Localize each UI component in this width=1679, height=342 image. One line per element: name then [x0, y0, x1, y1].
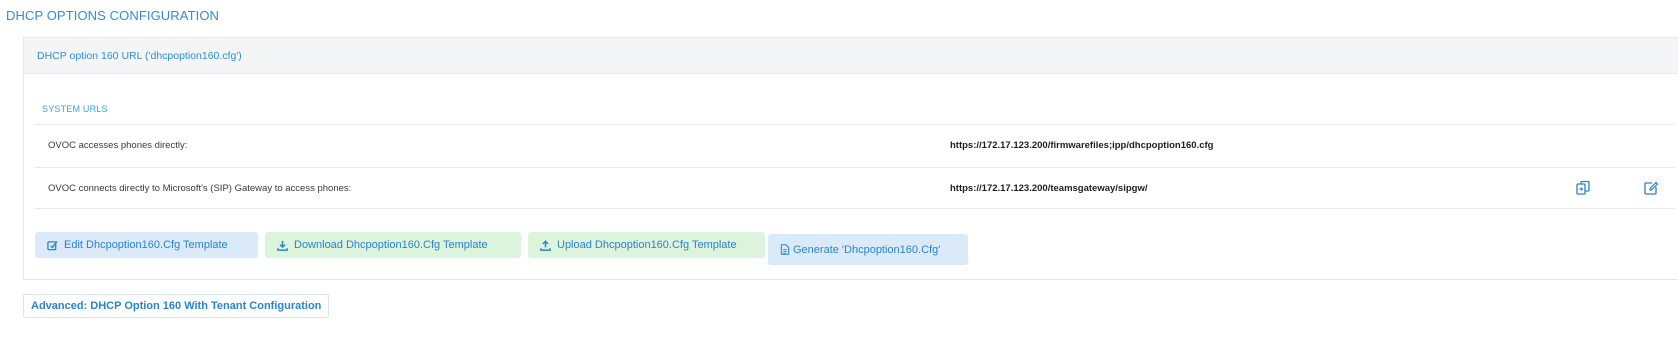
row-value: https://172.17.123.200/firmwarefiles;ipp… — [950, 140, 1214, 151]
panel-header: DHCP option 160 URL ('dhcpoption160.cfg'… — [24, 38, 1678, 74]
upload-template-label: Upload Dhcpoption160.Cfg Template — [557, 239, 737, 251]
row-label: OVOC connects directly to Microsoft's (S… — [48, 183, 352, 194]
edit-template-button[interactable]: Edit Dhcpoption160.Cfg Template — [35, 232, 258, 258]
url-row-sip-gateway: OVOC connects directly to Microsoft's (S… — [35, 167, 1675, 209]
section-label-system-urls: SYSTEM URLS — [42, 104, 108, 114]
edit-icon — [47, 240, 58, 250]
page-title: DHCP OPTIONS CONFIGURATION — [6, 8, 220, 23]
generate-cfg-button[interactable]: Generate 'Dhcpoption160.Cfg' — [768, 234, 968, 265]
edit-template-label: Edit Dhcpoption160.Cfg Template — [64, 239, 228, 251]
generate-cfg-label: Generate 'Dhcpoption160.Cfg' — [793, 243, 941, 256]
copy-icon[interactable] — [1575, 180, 1591, 196]
upload-icon — [540, 239, 551, 251]
file-icon — [780, 244, 790, 255]
url-row-direct: OVOC accesses phones directly: https://1… — [35, 124, 1675, 166]
upload-template-button[interactable]: Upload Dhcpoption160.Cfg Template — [528, 232, 765, 258]
download-template-label: Download Dhcpoption160.Cfg Template — [294, 239, 488, 251]
advanced-tenant-config-button[interactable]: Advanced: DHCP Option 160 With Tenant Co… — [23, 294, 330, 318]
edit-icon[interactable] — [1643, 180, 1659, 196]
row-value: https://172.17.123.200/teamsgateway/sipg… — [950, 183, 1148, 194]
row-label: OVOC accesses phones directly: — [48, 140, 188, 151]
download-template-button[interactable]: Download Dhcpoption160.Cfg Template — [265, 232, 521, 258]
download-icon — [277, 240, 288, 251]
